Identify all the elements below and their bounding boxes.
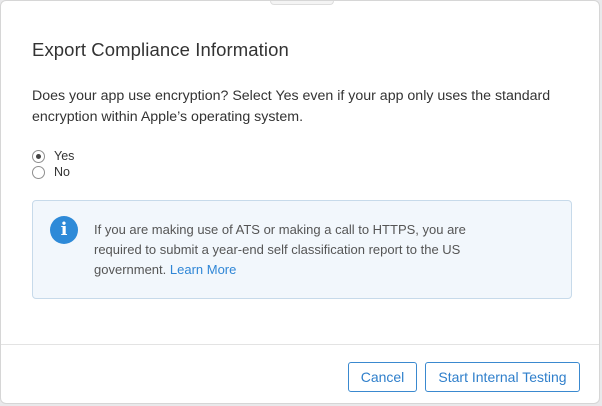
cancel-button[interactable]: Cancel	[348, 362, 417, 392]
footer-divider	[1, 344, 599, 345]
dialog-top-tab	[270, 1, 334, 5]
radio-option-yes[interactable]: Yes	[32, 148, 74, 164]
dialog-title: Export Compliance Information	[32, 39, 289, 60]
radio-label-yes: Yes	[54, 149, 75, 163]
start-internal-testing-button[interactable]: Start Internal Testing	[425, 362, 580, 392]
radio-option-no[interactable]: No	[32, 164, 74, 180]
encryption-radio-group: Yes No	[32, 148, 74, 180]
learn-more-link[interactable]: Learn More	[170, 262, 236, 277]
radio-button-yes[interactable]	[32, 149, 45, 163]
encryption-question: Does your app use encryption? Select Yes…	[32, 88, 551, 125]
info-notice-text: If you are making use of ATS or making a…	[94, 220, 514, 280]
radio-label-no: No	[54, 165, 70, 179]
radio-button-no[interactable]	[32, 165, 45, 179]
info-icon: i	[50, 216, 78, 244]
export-compliance-dialog: Export Compliance Information Does your …	[0, 0, 600, 404]
info-notice: i If you are making use of ATS or making…	[32, 200, 572, 299]
info-notice-body: If you are making use of ATS or making a…	[94, 222, 466, 277]
